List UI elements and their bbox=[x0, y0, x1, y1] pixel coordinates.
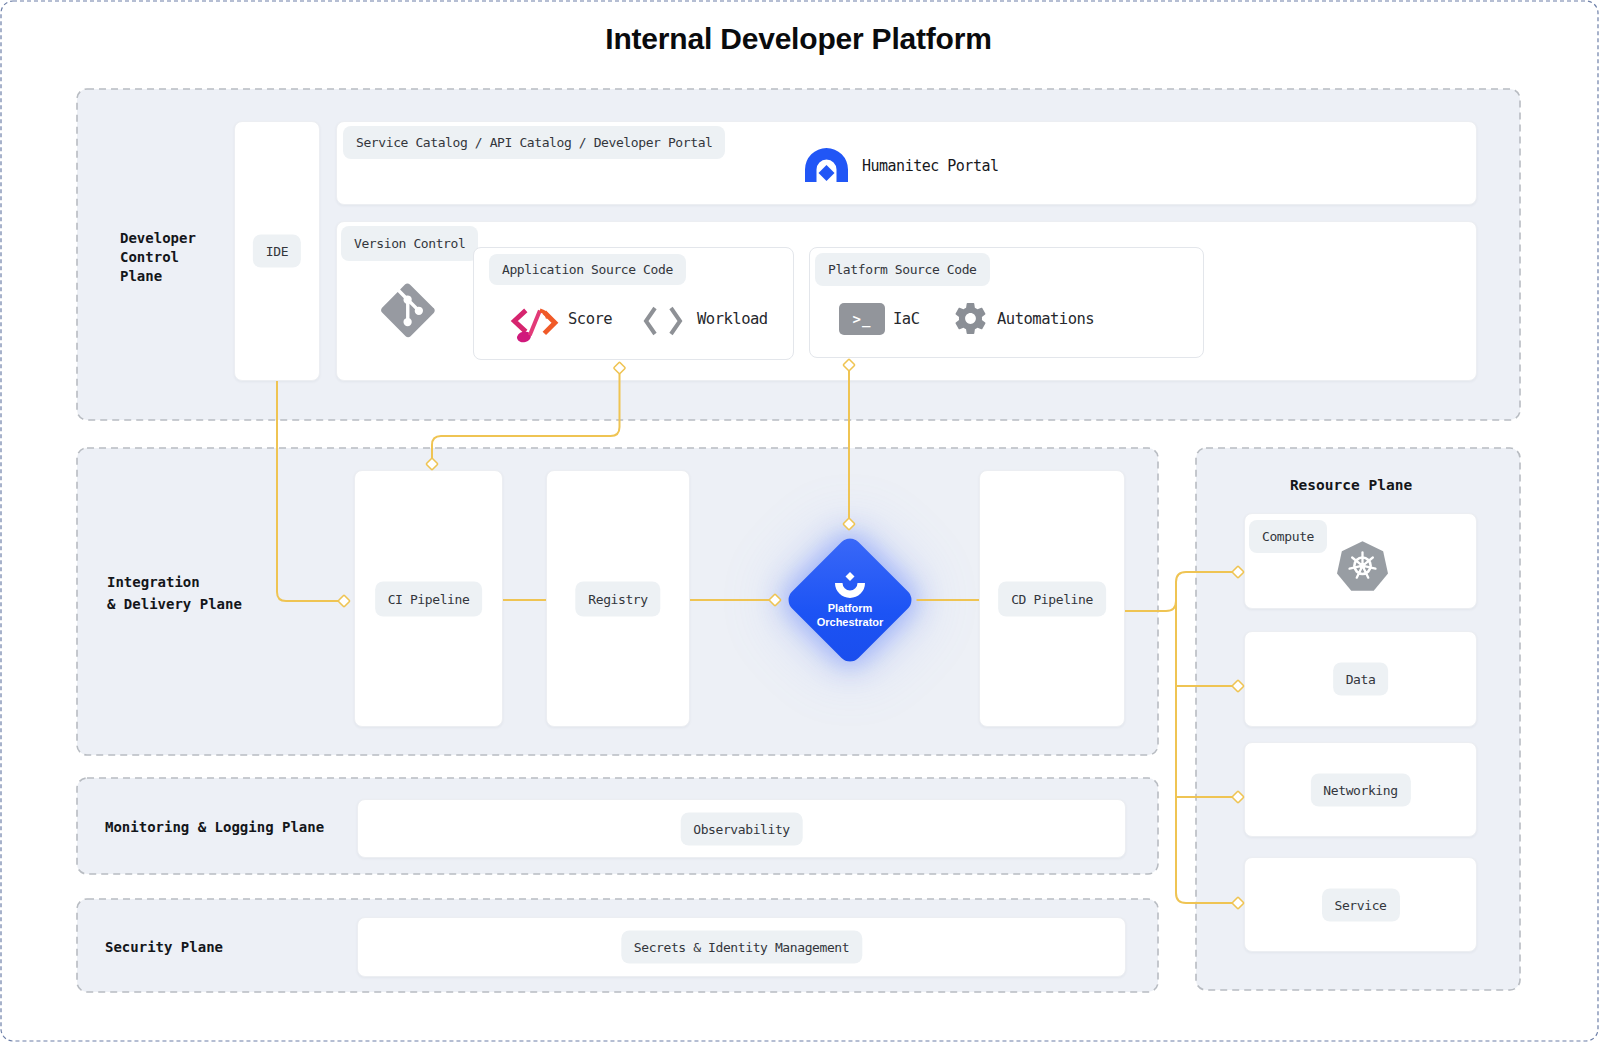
connector-trunk-service bbox=[1176, 601, 1232, 903]
connector-appsrc-ci bbox=[432, 374, 620, 458]
connector-ide-ci bbox=[277, 381, 338, 601]
diagram-canvas: Internal Developer Platform Developer Co… bbox=[0, 0, 1600, 1043]
page-border bbox=[1, 1, 1598, 1041]
connector-cd-compute bbox=[1125, 572, 1232, 611]
connectors-overlay bbox=[0, 0, 1600, 1043]
